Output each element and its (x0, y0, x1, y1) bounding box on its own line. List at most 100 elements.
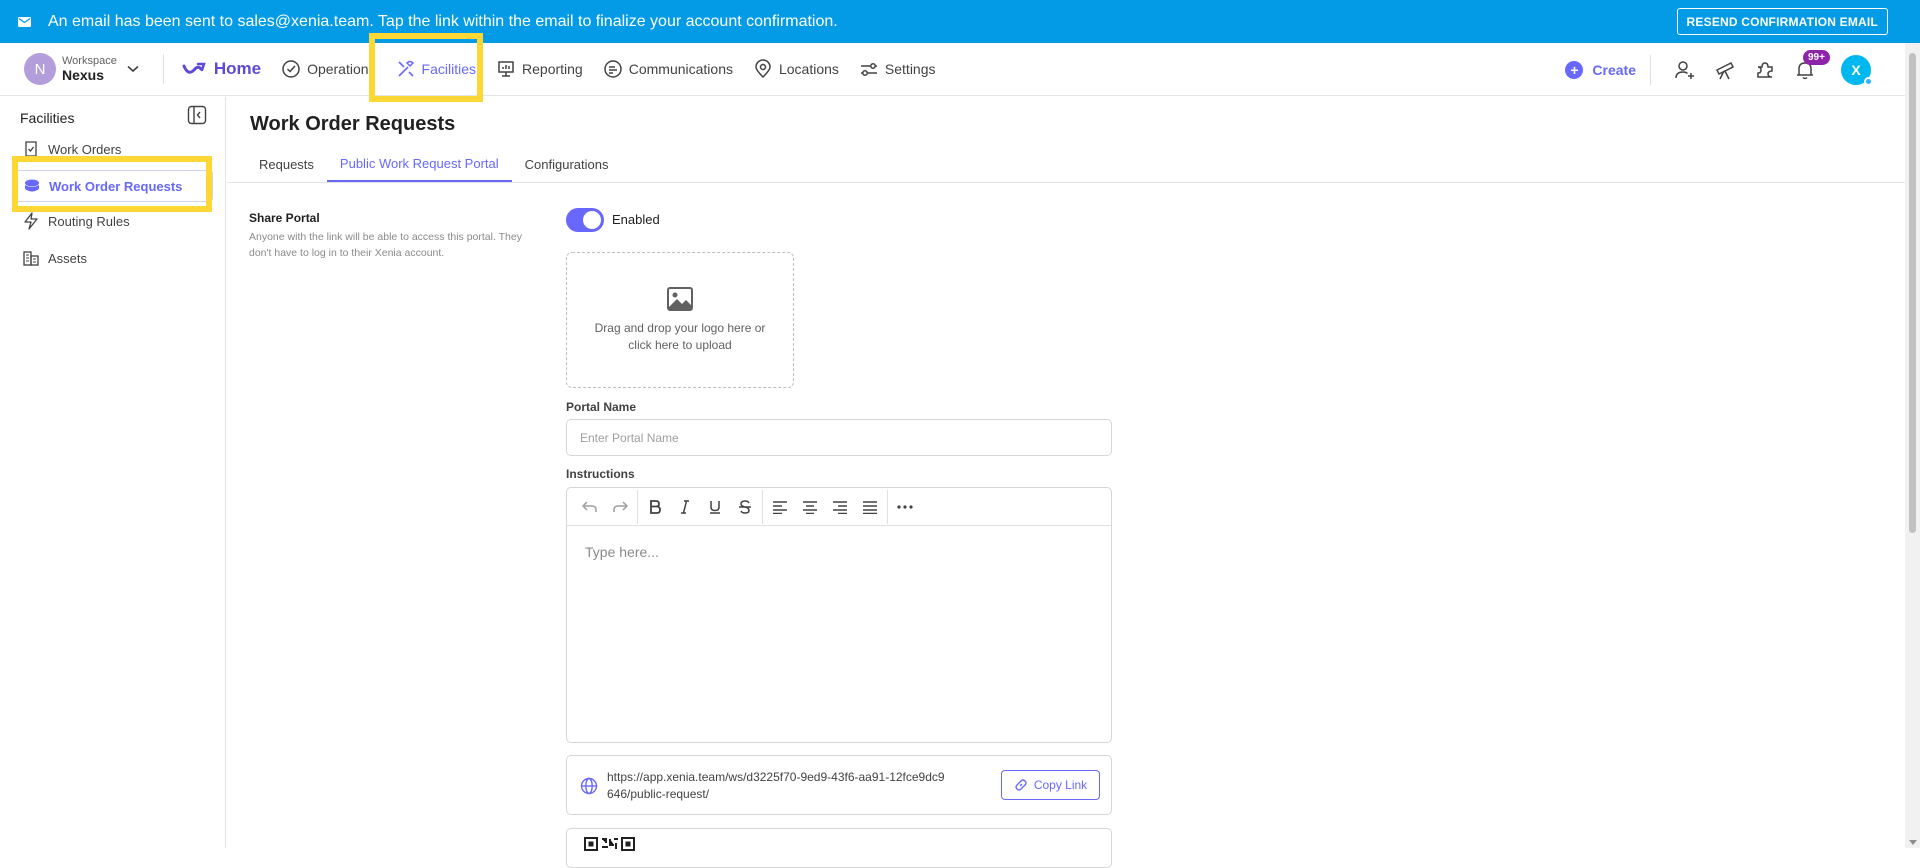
nav-operations-label: Operations (307, 61, 376, 77)
check-circle-icon (282, 60, 300, 78)
bold-button[interactable] (640, 493, 670, 521)
undo-button[interactable] (575, 493, 605, 521)
nav-reporting[interactable]: Reporting (490, 49, 589, 89)
toolbar-divider (762, 489, 763, 524)
nav-locations-label: Locations (778, 61, 839, 77)
nav-communications-label: Communications (628, 61, 733, 77)
chat-icon (603, 60, 622, 78)
workspace-avatar: N (24, 53, 56, 85)
upload-instructions: Drag and drop your logo here or click he… (594, 321, 766, 352)
align-right-button[interactable] (825, 493, 855, 521)
integrations-button[interactable] (1745, 50, 1785, 90)
confirmation-banner: An email has been sent to sales@xenia.te… (0, 0, 1920, 43)
redo-button[interactable] (605, 493, 635, 521)
telescope-icon (1715, 61, 1735, 79)
globe-icon (580, 777, 598, 795)
nav-divider (162, 54, 164, 84)
notifications-button[interactable]: 99+ (1785, 49, 1830, 90)
portal-link-url: https://app.xenia.team/ws/d3225f70-9ed9-… (607, 770, 945, 801)
online-status-dot (1864, 76, 1873, 86)
instructions-editor: Type here... (566, 487, 1112, 743)
toolbar-divider (637, 489, 638, 524)
resend-confirmation-button[interactable]: RESEND CONFIRMATION EMAIL (1676, 8, 1888, 35)
align-justify-icon (863, 500, 877, 514)
copy-link-label: Copy Link (1033, 778, 1088, 792)
nav-operations[interactable]: Operations (275, 49, 381, 89)
share-portal-toggle[interactable] (566, 208, 604, 232)
strikethrough-button[interactable] (730, 493, 760, 521)
chevron-down-icon (127, 65, 139, 73)
nav-locations[interactable]: Locations (747, 49, 845, 89)
toggle-label: Enabled (612, 212, 660, 227)
copy-link-button[interactable]: Copy Link (1001, 770, 1100, 800)
nav-settings[interactable]: Settings (853, 49, 942, 89)
instructions-label: Instructions (566, 467, 635, 481)
strikethrough-icon (739, 499, 751, 514)
sidebar-item-label: Assets (48, 250, 88, 266)
highlight-work-order-requests (12, 156, 212, 212)
telescope-button[interactable] (1705, 50, 1745, 90)
toggle-knob (583, 211, 601, 229)
user-avatar[interactable]: X (1841, 54, 1873, 86)
collapse-sidebar-icon[interactable] (187, 105, 207, 125)
more-options-button[interactable] (890, 493, 920, 521)
align-center-icon (803, 500, 817, 514)
more-horizontal-icon (897, 504, 913, 509)
workspace-switcher[interactable]: N Workspace Nexus (24, 53, 139, 85)
italic-button[interactable] (670, 493, 700, 521)
scrollbar-thumb[interactable] (1909, 53, 1916, 533)
create-label: Create (1592, 61, 1636, 78)
nav-home[interactable]: Home (176, 49, 267, 89)
portal-name-input[interactable] (566, 419, 1112, 456)
underline-button[interactable] (700, 493, 730, 521)
plus-icon: + (1565, 60, 1584, 79)
sliders-icon (860, 63, 877, 76)
tabs-divider (227, 182, 1905, 183)
tab-public-work-request-portal[interactable]: Public Work Request Portal (326, 146, 512, 182)
share-portal-description: Anyone with the link will be able to acc… (249, 231, 522, 259)
align-justify-button[interactable] (855, 493, 885, 521)
presentation-chart-icon (498, 61, 514, 77)
tab-configurations[interactable]: Configurations (512, 146, 622, 182)
nav-communications[interactable]: Communications (597, 49, 739, 89)
puzzle-icon (1757, 61, 1773, 78)
sidebar-item-assets[interactable]: Assets (14, 242, 213, 274)
sidebar-title: Facilities (20, 110, 75, 126)
logo-upload-dropzone[interactable]: Drag and drop your logo here or click he… (566, 252, 794, 388)
workspace-name: Nexus (62, 67, 105, 84)
notification-badge: 99+ (1803, 49, 1830, 65)
toolbar-divider (887, 489, 888, 524)
bold-icon (650, 499, 661, 514)
page-title: Work Order Requests (250, 113, 456, 135)
mail-icon (18, 16, 31, 27)
align-left-icon (773, 500, 787, 514)
link-icon (1015, 779, 1027, 791)
italic-icon (681, 499, 689, 514)
image-icon (667, 287, 693, 311)
create-button[interactable]: + Create (1565, 60, 1636, 79)
tabs: Requests Public Work Request Portal Conf… (246, 146, 621, 182)
qr-code-box (566, 828, 1112, 868)
user-add-icon (1675, 60, 1694, 79)
user-initial: X (1851, 61, 1861, 78)
header-divider (1650, 54, 1651, 85)
undo-icon (582, 500, 597, 512)
tab-requests[interactable]: Requests (246, 146, 327, 182)
asset-icon (23, 251, 39, 266)
redo-icon (613, 500, 628, 512)
workspace-label: Workspace (62, 54, 117, 67)
align-left-button[interactable] (765, 493, 795, 521)
portal-name-label: Portal Name (566, 400, 637, 414)
page-scrollbar[interactable] (1905, 43, 1920, 848)
location-pin-icon (755, 59, 771, 79)
align-center-button[interactable] (795, 493, 825, 521)
underline-icon (710, 500, 720, 514)
invite-user-button[interactable] (1665, 50, 1705, 90)
editor-content-area[interactable]: Type here... (567, 526, 1111, 578)
sidebar-item-label: Work Orders (48, 141, 122, 157)
lightning-icon (24, 212, 38, 230)
nav-settings-label: Settings (884, 61, 936, 77)
scroll-down-arrow-icon[interactable] (1909, 840, 1917, 845)
align-right-icon (833, 500, 847, 514)
top-navigation: N Workspace Nexus Home Operations Facili… (0, 43, 1905, 96)
